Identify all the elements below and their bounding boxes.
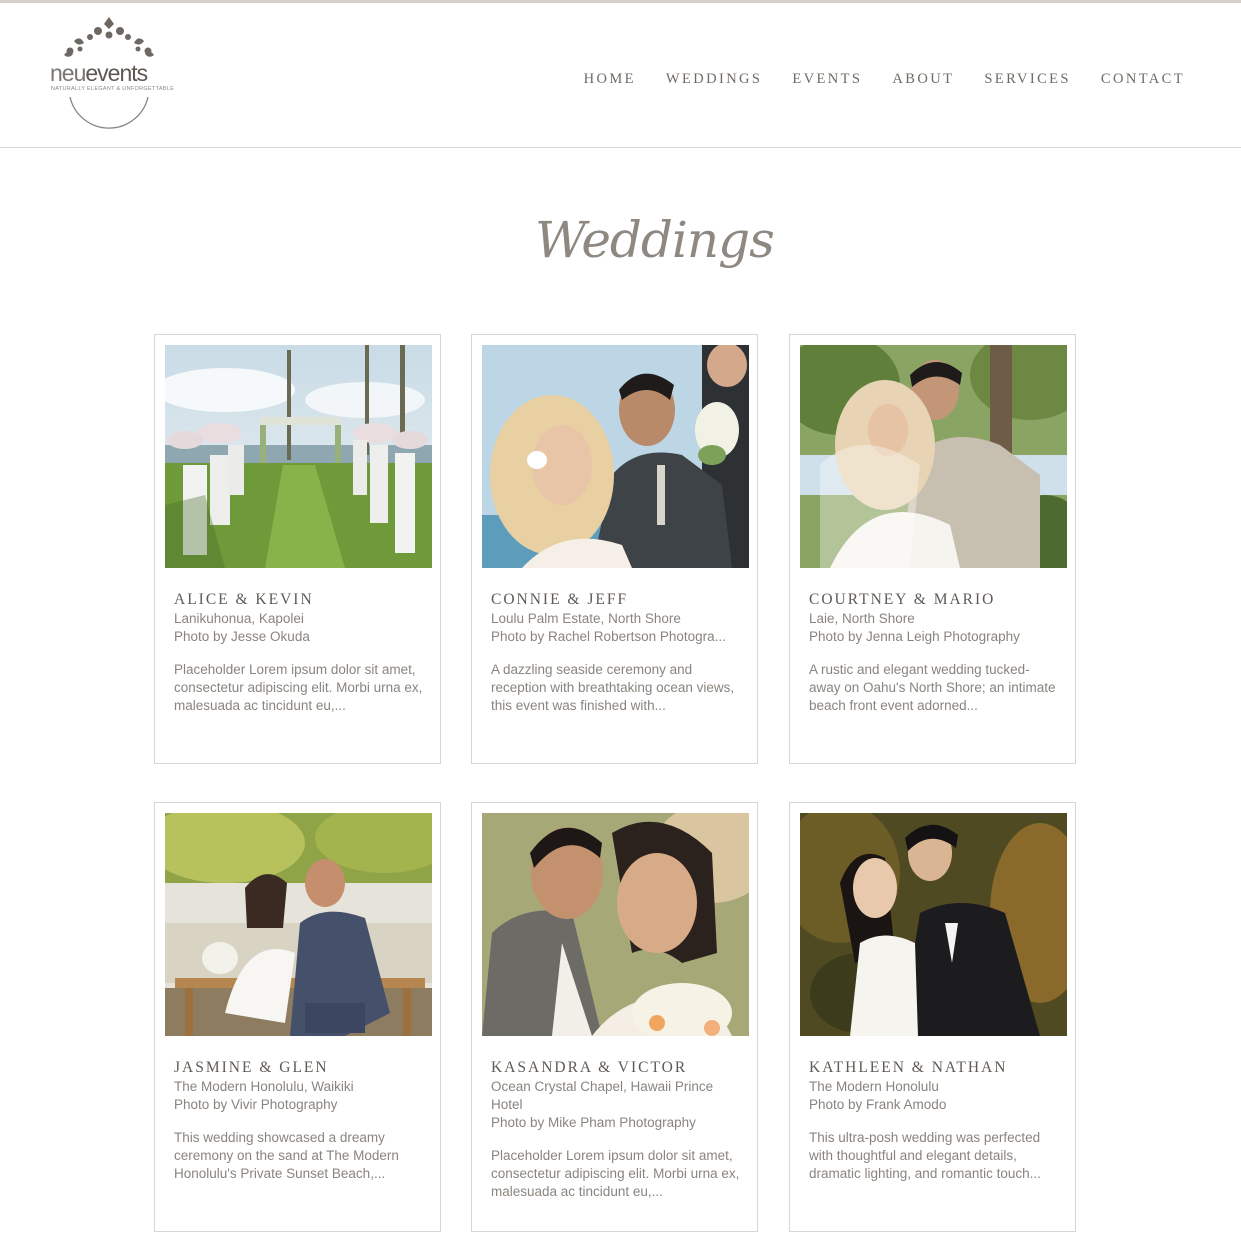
couple-kiss-photo[interactable] xyxy=(482,813,749,1036)
card-title[interactable]: ALICE & KEVIN xyxy=(174,590,426,610)
card-location: The Modern Honolulu xyxy=(809,1079,939,1094)
wedding-card-courtney-mario[interactable]: COURTNEY & MARIO Laie, North Shore Photo… xyxy=(789,334,1076,764)
site-logo[interactable]: neuevents NATURALLY ELEGANT & UNFORGETTA… xyxy=(46,15,175,131)
nav-weddings[interactable]: WEDDINGS xyxy=(666,69,763,89)
card-description: Placeholder Lorem ipsum dolor sit amet, … xyxy=(491,1148,740,1199)
card-description: This ultra-posh wedding was perfected wi… xyxy=(809,1130,1041,1181)
card-description: This wedding showcased a dreamy ceremony… xyxy=(174,1130,399,1181)
ceremony-aisle-photo[interactable] xyxy=(165,345,432,568)
page-title-text: Weddings xyxy=(535,211,775,269)
card-location: Ocean Crystal Chapel, Hawaii Prince Hote… xyxy=(491,1079,714,1112)
site-header: neuevents NATURALLY ELEGANT & UNFORGETTA… xyxy=(0,3,1241,148)
card-photo-credit: Photo by Jenna Leigh Photography xyxy=(809,629,1020,644)
page-title: Weddings xyxy=(535,190,775,290)
nav-contact[interactable]: CONTACT xyxy=(1101,69,1185,89)
nav-events[interactable]: EVENTS xyxy=(792,69,862,89)
card-description: Placeholder Lorem ipsum dolor sit amet, … xyxy=(174,662,423,713)
card-photo-credit: Photo by Jesse Okuda xyxy=(174,629,310,644)
card-title[interactable]: CONNIE & JEFF xyxy=(491,590,743,610)
couple-trees-photo[interactable] xyxy=(800,345,1067,568)
card-location: Laie, North Shore xyxy=(809,611,915,626)
nav-home[interactable]: HOME xyxy=(584,69,636,89)
card-title[interactable]: JASMINE & GLEN xyxy=(174,1058,426,1078)
card-description: A rustic and elegant wedding tucked-away… xyxy=(809,662,1056,713)
couple-garden-photo[interactable] xyxy=(800,813,1067,1036)
card-photo-credit: Photo by Rachel Robertson Photogra... xyxy=(491,629,726,644)
couple-ocean-photo[interactable] xyxy=(482,345,749,568)
wedding-card-alice-kevin[interactable]: ALICE & KEVIN Lanikuhonua, Kapolei Photo… xyxy=(154,334,441,764)
logo-wordmark: neuevents xyxy=(50,60,148,86)
card-location: Lanikuhonua, Kapolei xyxy=(174,611,304,626)
card-location: The Modern Honolulu, Waikiki xyxy=(174,1079,354,1094)
card-title[interactable]: KATHLEEN & NATHAN xyxy=(809,1058,1061,1078)
nav-about[interactable]: ABOUT xyxy=(892,69,954,89)
card-title[interactable]: COURTNEY & MARIO xyxy=(809,590,1061,610)
card-title[interactable]: KASANDRA & VICTOR xyxy=(491,1058,743,1078)
card-photo-credit: Photo by Frank Amodo xyxy=(809,1097,947,1112)
main-nav: HOME WEDDINGS EVENTS ABOUT SERVICES CONT… xyxy=(554,69,1185,89)
card-photo-credit: Photo by Mike Pham Photography xyxy=(491,1115,696,1130)
wedding-card-connie-jeff[interactable]: CONNIE & JEFF Loulu Palm Estate, North S… xyxy=(471,334,758,764)
nav-services[interactable]: SERVICES xyxy=(984,69,1071,89)
wedding-card-kasandra-victor[interactable]: KASANDRA & VICTOR Ocean Crystal Chapel, … xyxy=(471,802,758,1232)
card-description: A dazzling seaside ceremony and receptio… xyxy=(491,662,735,713)
couple-bench-photo[interactable] xyxy=(165,813,432,1036)
card-location: Loulu Palm Estate, North Shore xyxy=(491,611,681,626)
card-photo-credit: Photo by Vivir Photography xyxy=(174,1097,338,1112)
wedding-card-jasmine-glen[interactable]: JASMINE & GLEN The Modern Honolulu, Waik… xyxy=(154,802,441,1232)
wedding-card-kathleen-nathan[interactable]: KATHLEEN & NATHAN The Modern Honolulu Ph… xyxy=(789,802,1076,1232)
logo-tagline: NATURALLY ELEGANT & UNFORGETTABLE xyxy=(51,86,175,92)
